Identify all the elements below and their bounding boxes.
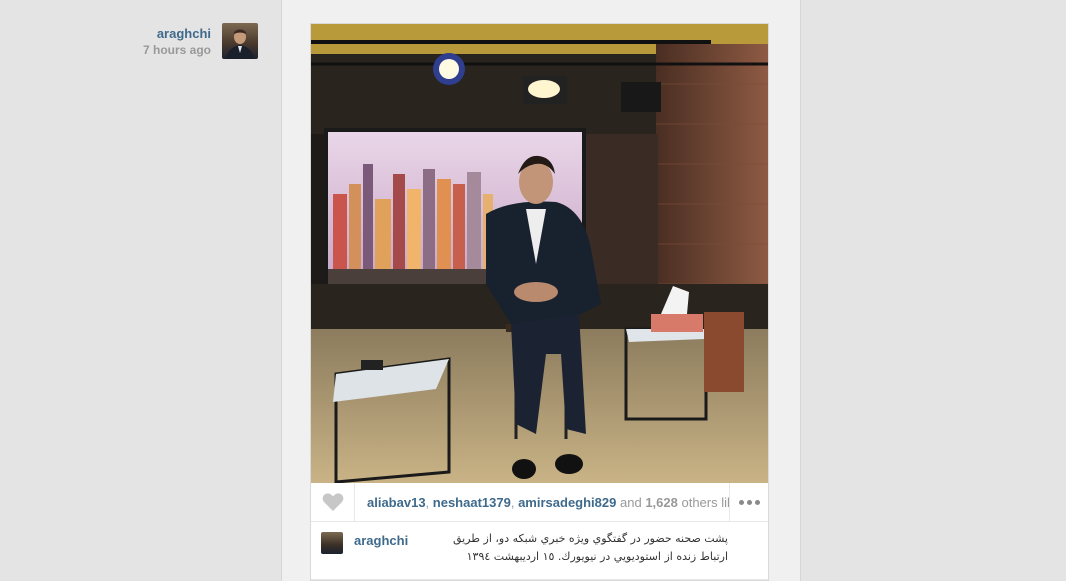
more-options-button[interactable] [729,483,768,521]
post-photo[interactable] [311,24,768,483]
likes-count[interactable]: 1,628 [645,495,678,510]
like-button[interactable] [311,483,355,521]
author-avatar[interactable] [222,23,258,59]
author-username[interactable]: araghchi [143,26,211,41]
heart-icon [322,493,343,511]
likes-and: and [619,494,642,510]
likers-text: aliabav13, neshaat1379, amirsadeghi829 a… [355,495,729,510]
liker-username[interactable]: amirsadeghi829 [518,495,616,510]
post-caption: araghchi پشت صحنه حضور در گفتگوي ويژه خب… [311,522,768,580]
avatar-image [226,29,254,59]
more-options-icon [746,499,752,505]
liker-username[interactable]: aliabav13 [367,495,426,510]
caption-text: پشت صحنه حضور در گفتگوي ويژه خبري شبكه د… [452,532,728,563]
studio-photo [311,24,768,483]
liker-separator: , [510,494,519,510]
likes-others[interactable]: others lik... [681,495,729,510]
post-timestamp[interactable]: 7 hours ago [143,43,211,58]
caption-avatar[interactable] [321,532,343,554]
liker-separator: , [425,494,433,510]
post-card: aliabav13, neshaat1379, amirsadeghi829 a… [310,23,769,581]
caption-username[interactable]: araghchi [354,533,408,548]
more-options-icon [738,499,744,505]
likes-bar: aliabav13, neshaat1379, amirsadeghi829 a… [311,483,768,522]
post-author-info: araghchi 7 hours ago [143,26,211,58]
liker-username[interactable]: neshaat1379 [433,495,511,510]
more-options-icon [754,499,760,505]
